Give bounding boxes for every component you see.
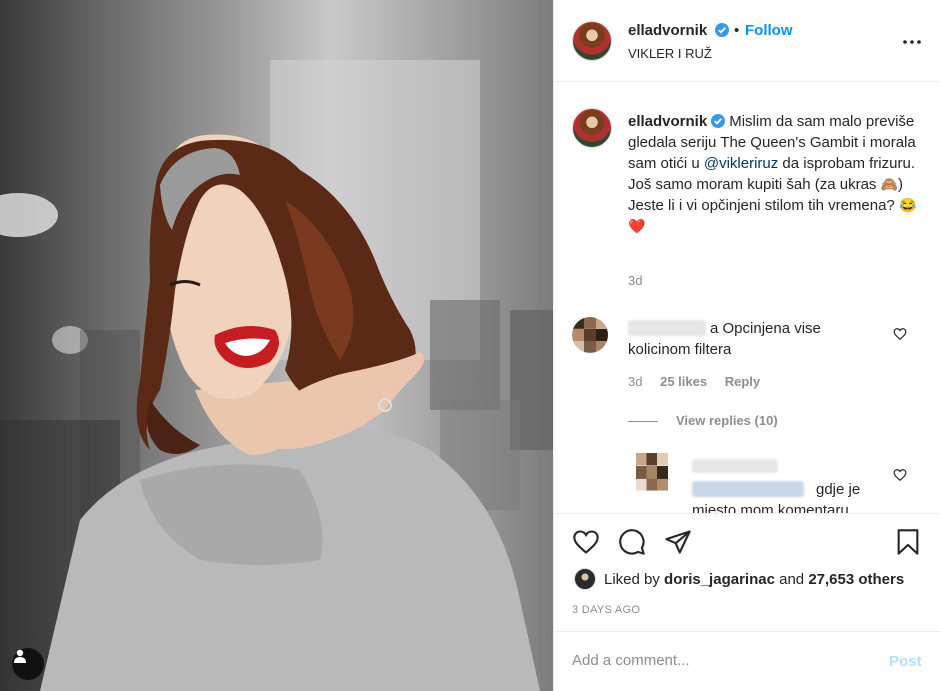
liker-username[interactable]: doris_jagarinac bbox=[664, 571, 775, 588]
caption-mention-link[interactable]: @vikleriruz bbox=[704, 155, 778, 172]
verified-badge-icon bbox=[711, 114, 726, 128]
reply-username-blurred[interactable] bbox=[692, 459, 778, 473]
post-comment-button[interactable]: Post bbox=[889, 653, 922, 670]
post-caption: elladvornik Mislim da sam malo previše gl… bbox=[628, 111, 918, 237]
comment-meta: 3d 25 likes Reply bbox=[628, 374, 774, 389]
comments-section[interactable]: elladvornik Mislim da sam malo previše gl… bbox=[554, 83, 940, 513]
liker-avatar[interactable] bbox=[574, 568, 596, 590]
reply-text: gdje je mjesto mom komentaru bbox=[692, 481, 861, 513]
comment-likes[interactable]: 25 likes bbox=[660, 374, 707, 389]
bookmark-icon[interactable] bbox=[894, 528, 922, 556]
heart-icon[interactable] bbox=[572, 528, 600, 556]
comment-text: a Opcinjena vise kolicinom filtera bbox=[628, 320, 821, 358]
post-actions: Liked by doris_jagarinac and 27,653 othe… bbox=[554, 513, 940, 691]
separator-dot: • bbox=[734, 22, 740, 39]
user-tag-icon bbox=[14, 649, 26, 663]
comment-like-heart-icon[interactable] bbox=[893, 327, 907, 341]
likes-summary: Liked by doris_jagarinac and 27,653 othe… bbox=[604, 571, 904, 588]
replies-divider bbox=[628, 421, 658, 422]
comment-timestamp[interactable]: 3d bbox=[628, 374, 642, 389]
comment-icon[interactable] bbox=[618, 528, 646, 556]
reply-author-avatar[interactable] bbox=[636, 453, 668, 491]
comment-bar: Post bbox=[554, 631, 940, 691]
user-tag-button[interactable] bbox=[12, 648, 44, 680]
reply-like-heart-icon[interactable] bbox=[893, 468, 907, 482]
commenter-avatar[interactable] bbox=[572, 317, 608, 353]
caption-author-avatar[interactable] bbox=[572, 108, 612, 148]
reply-button[interactable]: Reply bbox=[725, 374, 760, 389]
add-comment-input[interactable] bbox=[572, 652, 862, 669]
heart-emoji: ❤️ bbox=[628, 218, 646, 234]
author-avatar[interactable] bbox=[572, 21, 612, 61]
monkey-emoji: 🙈 bbox=[880, 176, 899, 192]
share-icon[interactable] bbox=[664, 528, 692, 556]
likes-middle: and bbox=[774, 571, 809, 588]
post-photo[interactable] bbox=[0, 0, 553, 691]
caption-username[interactable]: elladvornik bbox=[628, 113, 707, 130]
verified-badge-icon bbox=[715, 23, 730, 37]
post-header: elladvornik • Follow VIKLER I RUŽ bbox=[554, 0, 940, 82]
more-options-icon[interactable] bbox=[900, 30, 924, 54]
portrait-image bbox=[0, 60, 553, 691]
view-replies-button[interactable]: View replies (10) bbox=[676, 413, 778, 428]
caption-timestamp[interactable]: 3d bbox=[628, 273, 642, 288]
post-location[interactable]: VIKLER I RUŽ bbox=[628, 46, 712, 61]
laugh-emoji: 😂 bbox=[898, 197, 917, 213]
likes-others-count[interactable]: 27,653 others bbox=[808, 571, 904, 588]
likes-prefix: Liked by bbox=[604, 571, 665, 588]
post-sidebar: elladvornik • Follow VIKLER I RUŽ elladv… bbox=[553, 0, 940, 691]
author-username[interactable]: elladvornik bbox=[628, 22, 707, 39]
post-date[interactable]: 3 DAYS AGO bbox=[572, 604, 640, 616]
follow-button[interactable]: Follow bbox=[745, 22, 793, 39]
